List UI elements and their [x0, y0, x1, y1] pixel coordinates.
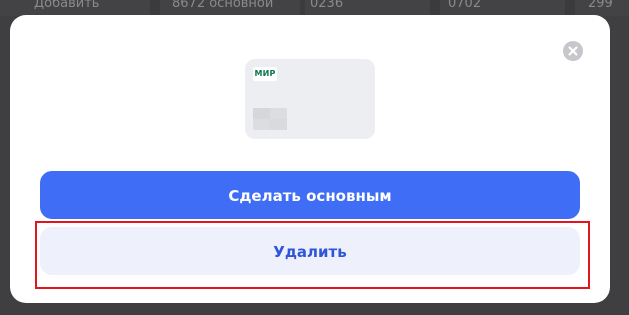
- background-cell-text: 0236: [310, 0, 344, 11]
- make-default-button[interactable]: Сделать основным: [40, 171, 580, 219]
- card-number-masked: [253, 108, 287, 130]
- close-icon[interactable]: [563, 41, 583, 61]
- delete-card-button[interactable]: Удалить: [40, 227, 580, 275]
- background-cell-text: 299: [588, 0, 613, 11]
- background-table-row: Добавить 8672 основной 0236 0702 299: [0, 0, 629, 16]
- background-add-label: Добавить: [34, 0, 100, 11]
- mir-logo: МИР: [253, 67, 277, 81]
- card-actions-modal: МИР Сделать основным Удалить: [10, 15, 610, 303]
- bank-card-preview: МИР: [245, 59, 375, 139]
- background-cell-text: 0702: [448, 0, 482, 11]
- background-card-label: 8672 основной: [172, 0, 274, 11]
